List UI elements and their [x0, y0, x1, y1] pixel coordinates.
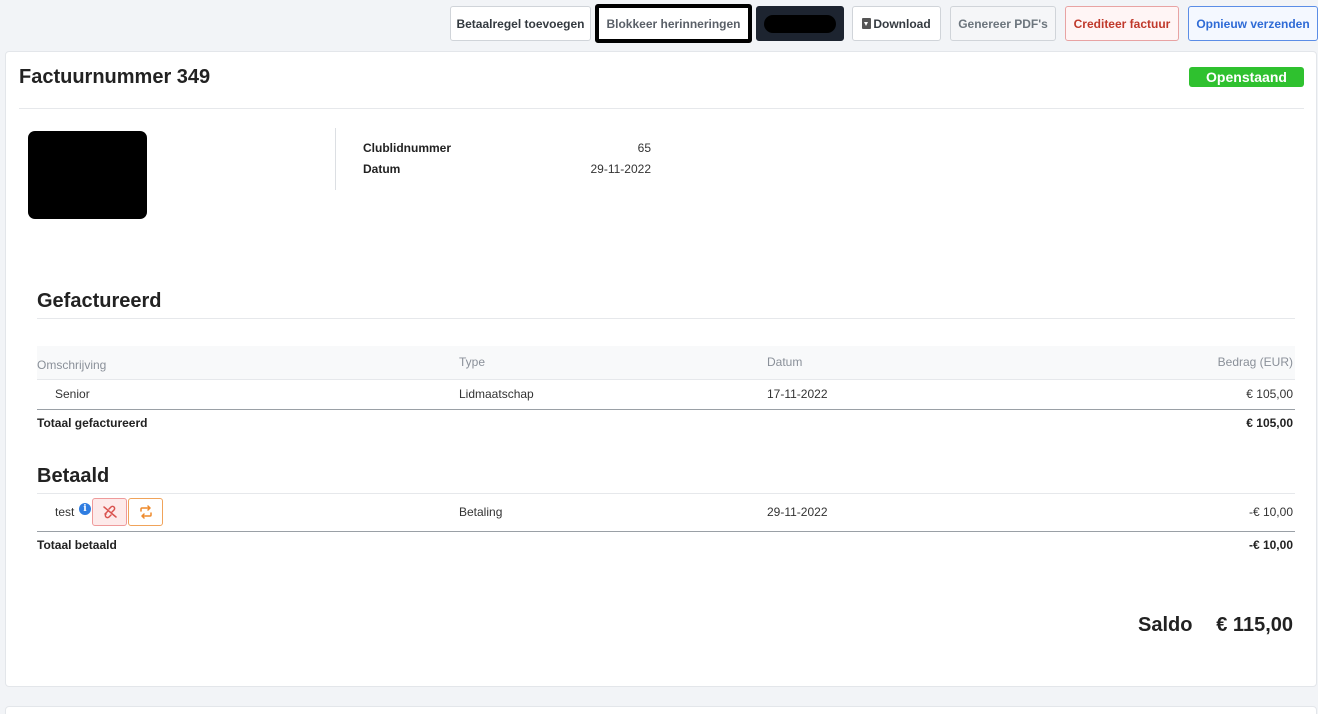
credit-invoice-button[interactable]: Crediteer factuur [1065, 6, 1179, 41]
row-type: Lidmaatschap [459, 387, 534, 401]
status-badge: Openstaand [1189, 67, 1304, 87]
reassign-payment-button[interactable] [128, 498, 163, 526]
billed-table-header [37, 346, 1295, 379]
redaction-mark [764, 14, 836, 33]
member-number-label: Clublidnummer [363, 141, 452, 155]
row-type: Betaling [459, 505, 503, 519]
column-type: Type [459, 355, 486, 369]
column-date: Datum [767, 355, 803, 369]
column-amount: Bedrag (EUR) [1217, 355, 1293, 369]
download-button[interactable]: Download [852, 6, 941, 41]
billed-total-label: Totaal gefactureerd [37, 416, 148, 430]
paid-title-divider [37, 493, 1295, 494]
add-payment-line-button[interactable]: Betaalregel toevoegen [450, 6, 591, 41]
column-description: Omschrijving [37, 358, 107, 372]
invoice-title: Factuurnummer 349 [19, 66, 211, 88]
sync-icon [139, 505, 152, 519]
download-icon [862, 18, 872, 29]
info-icon[interactable]: i [79, 503, 91, 515]
header-row-divider [37, 379, 1295, 380]
paid-total-value: -€ 10,00 [1248, 538, 1293, 552]
billed-total-divider [37, 409, 1295, 410]
block-reminders-button[interactable]: Blokkeer herinneringen [595, 4, 752, 43]
action-toolbar: Betaalregel toevoegen Blokkeer herinneri… [0, 4, 1318, 43]
secondary-card [5, 706, 1317, 714]
paid-total-label: Totaal betaald [37, 538, 117, 552]
billed-total-value: € 105,00 [1246, 416, 1293, 430]
billed-title-divider [37, 318, 1295, 319]
download-label: Download [873, 16, 931, 31]
member-number-value: 65 [637, 141, 651, 155]
generate-pdfs-button[interactable]: Genereer PDF's [950, 6, 1056, 41]
info-divider [335, 128, 336, 190]
saldo-value: € 115,00 [1216, 614, 1293, 636]
date-value: 29-11-2022 [590, 162, 652, 176]
row-amount: € 105,00 [1246, 387, 1293, 401]
header-divider [19, 108, 1304, 109]
date-label: Datum [363, 162, 401, 176]
redacted-button[interactable] [756, 6, 844, 41]
billed-section-title: Gefactureerd [37, 290, 162, 312]
row-date: 17-11-2022 [767, 387, 828, 401]
paid-section-title: Betaald [37, 465, 110, 487]
row-date: 29-11-2022 [767, 505, 828, 519]
row-description: test [55, 505, 75, 519]
unlink-icon [102, 505, 117, 519]
saldo-label: Saldo [1138, 614, 1193, 636]
invoice-card: Factuurnummer 349 Openstaand Clublidnumm… [5, 51, 1317, 687]
row-amount: -€ 10,00 [1248, 505, 1293, 519]
unlink-payment-button[interactable] [92, 498, 127, 526]
paid-total-divider [37, 531, 1295, 532]
resend-button[interactable]: Opnieuw verzenden [1188, 6, 1318, 41]
row-description: Senior [55, 387, 90, 401]
logo-redacted [28, 131, 147, 219]
